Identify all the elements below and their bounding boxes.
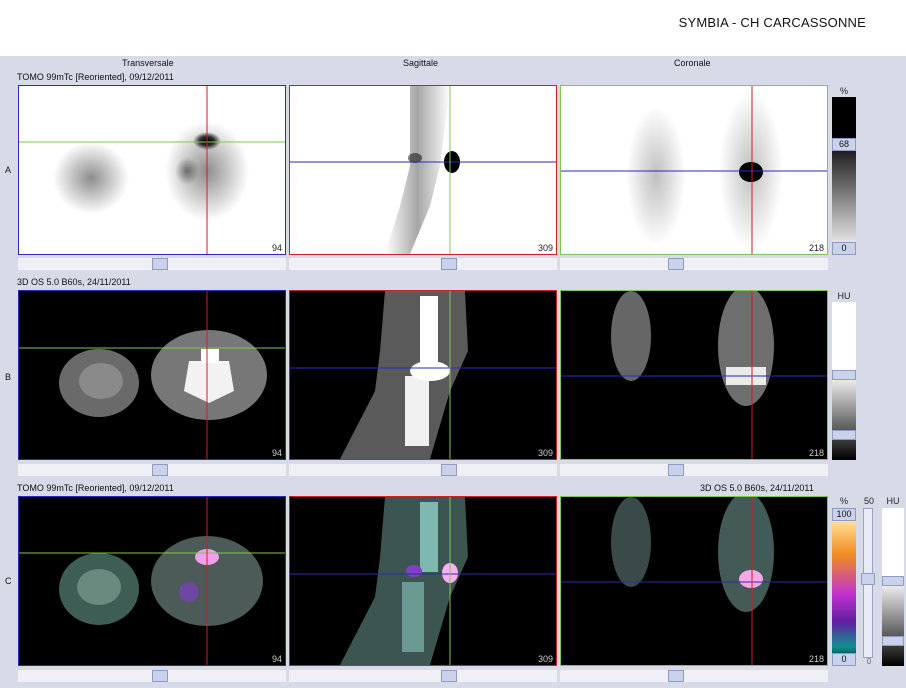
scroll-handle[interactable] [152, 670, 168, 682]
row-c-letter: C [5, 576, 12, 586]
row-b-window-upper-handle[interactable] [832, 370, 856, 380]
row-c-transversale-scrollbar[interactable] [18, 670, 286, 682]
slice-number: 94 [271, 243, 282, 253]
row-b-series-label: 3D OS 5.0 B60s, 24/11/2011 [17, 277, 131, 287]
row-b-scale-unit: HU [837, 291, 851, 301]
row-b-window-lower-handle[interactable] [832, 430, 856, 440]
row-c-window-min-label: 0 [866, 657, 872, 666]
slice-number: 309 [537, 448, 553, 458]
title-bar: SYMBIA - CH CARCASSONNE [0, 0, 906, 56]
row-c-coronale-view[interactable]: 218 [560, 496, 828, 666]
row-c-scale-max[interactable]: 100 [832, 508, 856, 521]
scroll-handle[interactable] [441, 258, 457, 270]
scroll-handle[interactable] [668, 670, 684, 682]
row-b-sagittale-scrollbar[interactable] [289, 464, 557, 476]
scroll-handle[interactable] [668, 258, 684, 270]
scroll-handle[interactable] [152, 258, 168, 270]
scroll-handle[interactable] [152, 464, 168, 476]
row-b-coronale-scrollbar[interactable] [560, 464, 828, 476]
column-label-transversale: Transversale [122, 58, 174, 68]
row-b-transversale-view[interactable]: 94 [18, 290, 286, 460]
row-a-coronale-view[interactable]: 218 [560, 85, 828, 255]
row-c-window-upper-handle[interactable] [882, 576, 904, 586]
row-b-transversale-scrollbar[interactable] [18, 464, 286, 476]
row-c-scale-min[interactable]: 0 [832, 653, 856, 666]
row-c-sagittale-scrollbar[interactable] [289, 670, 557, 682]
row-a-scale-min[interactable]: 0 [832, 242, 856, 255]
row-c-blend-slider-track[interactable] [861, 508, 875, 658]
slice-number: 94 [271, 448, 282, 458]
row-b-letter: B [5, 372, 12, 382]
slice-number: 218 [808, 243, 824, 253]
row-a-letter: A [5, 165, 12, 175]
row-a-series-label: TOMO 99mTc [Reoriented], 09/12/2011 [17, 72, 174, 82]
row-c-sagittale-view[interactable]: 309 [289, 496, 557, 666]
slice-number: 309 [537, 243, 553, 253]
row-a-grayscale-bar[interactable] [832, 97, 856, 255]
slice-number: 218 [808, 654, 824, 664]
row-c-window-label: 50 [863, 496, 874, 506]
scroll-handle[interactable] [668, 464, 684, 476]
row-a-transversale-scrollbar[interactable] [18, 258, 286, 270]
scroll-handle[interactable] [441, 464, 457, 476]
row-c-series-label-left: TOMO 99mTc [Reoriented], 09/12/2011 [17, 483, 174, 493]
row-c-series-label-right: 3D OS 5.0 B60s, 24/11/2011 [700, 483, 814, 493]
row-c-hu-label: HU [886, 496, 900, 506]
row-c-coronale-scrollbar[interactable] [560, 670, 828, 682]
column-label-sagittale: Sagittale [403, 58, 439, 68]
row-c-window-lower-handle[interactable] [882, 636, 904, 646]
row-a-scale-max[interactable]: 68 [832, 138, 856, 151]
row-a-transversale-view[interactable]: 94 [18, 85, 286, 255]
row-a-scale-unit: % [839, 86, 848, 96]
row-b-coronale-view[interactable]: 218 [560, 290, 828, 460]
row-b-sagittale-view[interactable]: 309 [289, 290, 557, 460]
row-a-sagittale-view[interactable]: 309 [289, 85, 557, 255]
slice-number: 309 [537, 654, 553, 664]
slice-number: 218 [808, 448, 824, 458]
row-c-transversale-view[interactable]: 94 [18, 496, 286, 666]
site-title: SYMBIA - CH CARCASSONNE [678, 15, 866, 30]
blend-slider-thumb[interactable] [861, 573, 875, 585]
column-label-coronale: Coronale [674, 58, 711, 68]
scroll-handle[interactable] [441, 670, 457, 682]
row-c-scale-unit: % [839, 496, 848, 506]
row-c-color-bar[interactable] [832, 508, 856, 666]
slice-number: 94 [271, 654, 282, 664]
row-a-sagittale-scrollbar[interactable] [289, 258, 557, 270]
row-a-coronale-scrollbar[interactable] [560, 258, 828, 270]
